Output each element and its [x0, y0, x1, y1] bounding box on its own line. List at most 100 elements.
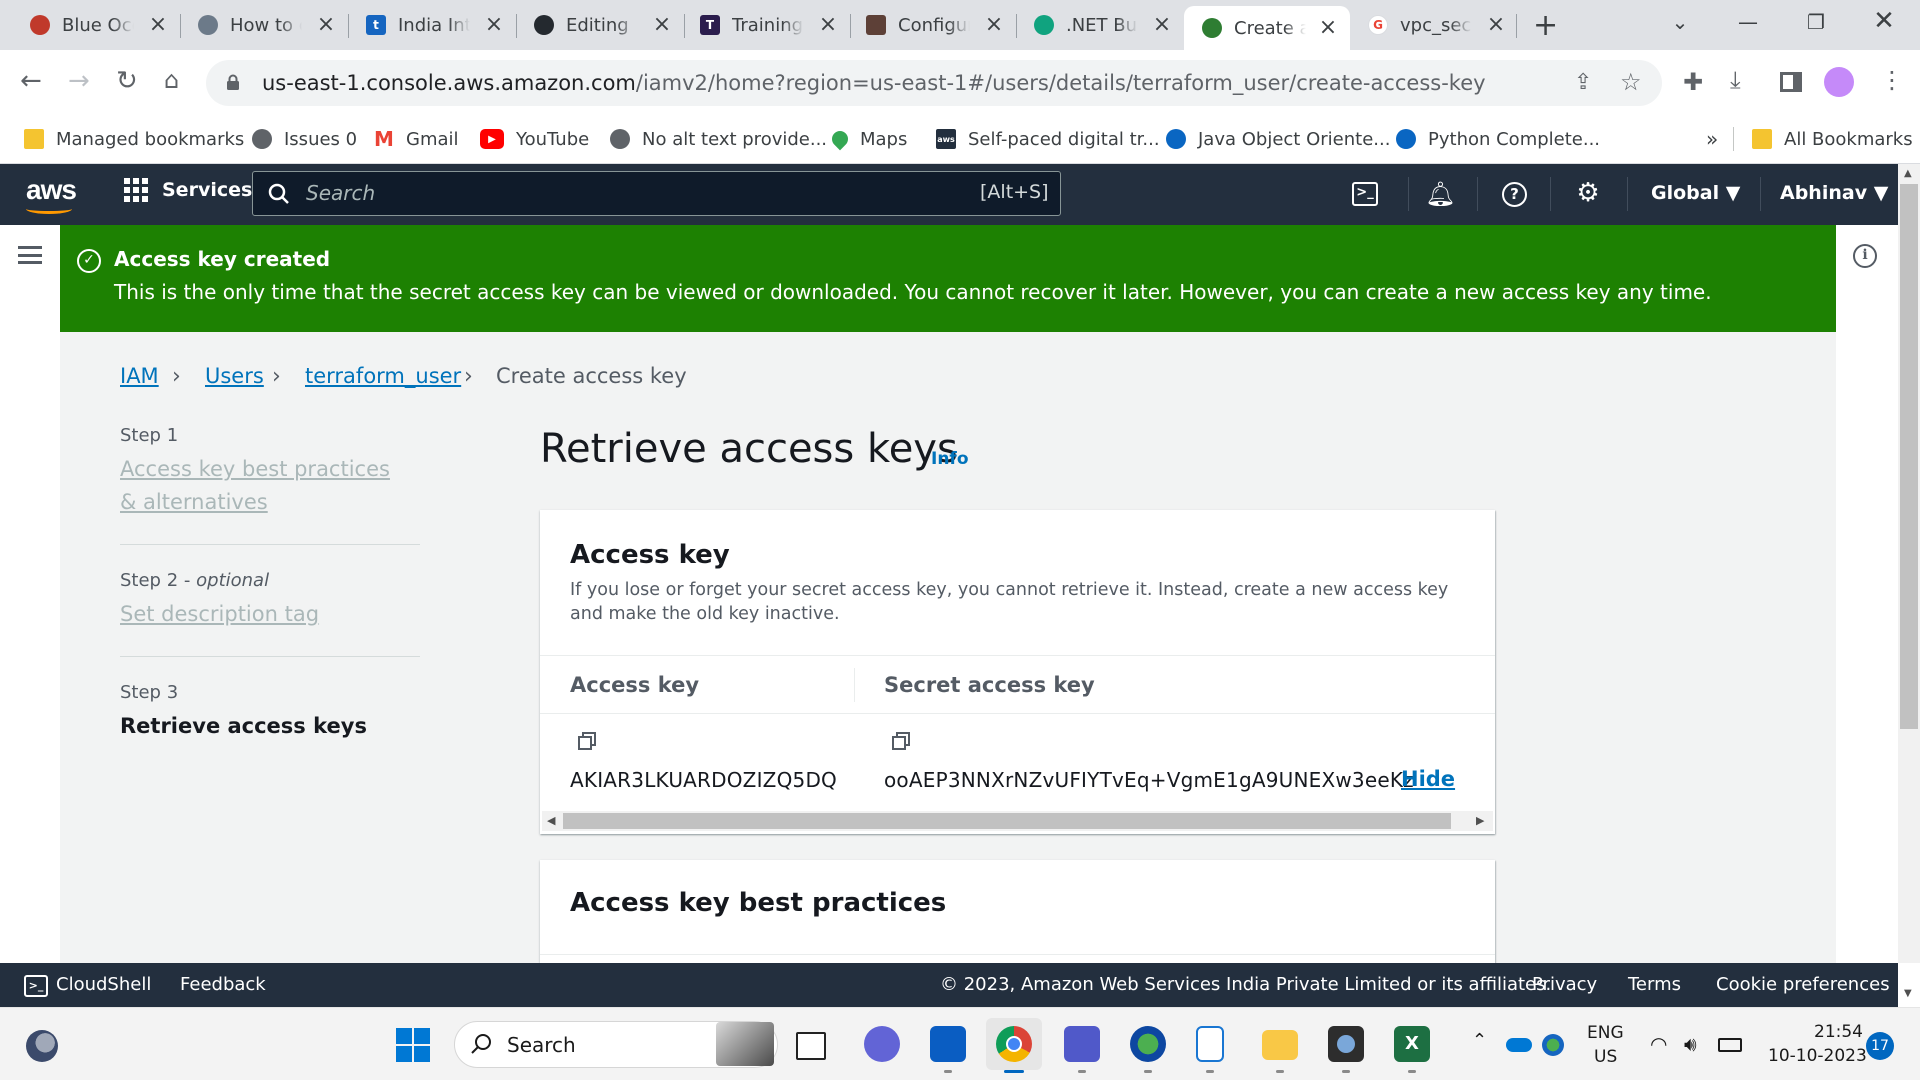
reload-icon[interactable]: ↻ — [116, 66, 138, 96]
weather-widget-icon[interactable] — [26, 1030, 58, 1062]
download-icon[interactable]: ⤓ — [1730, 66, 1741, 94]
tab-create-access-key[interactable]: Create access key × — [1184, 6, 1350, 50]
terms-link[interactable]: Terms — [1628, 974, 1681, 995]
tab-training[interactable]: T Training × — [700, 8, 840, 42]
teams-icon[interactable] — [1064, 1026, 1100, 1062]
scroll-left-arrow-icon[interactable]: ◀ — [547, 814, 555, 827]
close-window-button[interactable]: ✕ — [1864, 6, 1904, 36]
scrollbar-thumb[interactable] — [1900, 184, 1918, 729]
bookmarks-overflow-button[interactable]: » — [1706, 124, 1718, 154]
close-tab-icon[interactable]: × — [1150, 12, 1174, 38]
close-tab-icon[interactable]: × — [650, 12, 674, 38]
url-text[interactable]: us-east-1.console.aws.amazon.com/iamv2/h… — [262, 71, 1486, 95]
bookmark-python[interactable]: Python Complete... — [1396, 124, 1600, 154]
cookie-preferences-link[interactable]: Cookie preferences — [1716, 974, 1890, 995]
bookmark-no-alt-text[interactable]: No alt text provide... — [610, 124, 827, 154]
aws-logo[interactable]: aws — [26, 174, 77, 206]
close-tab-icon[interactable]: × — [1316, 15, 1340, 41]
profile-avatar[interactable] — [1824, 67, 1854, 97]
tab-india-internet[interactable]: t India Internet × — [366, 8, 506, 42]
share-icon[interactable]: ⇪ — [1574, 70, 1592, 95]
tab-vpc-security[interactable]: G vpc_security × — [1368, 8, 1508, 42]
file-explorer-icon[interactable] — [1262, 1030, 1298, 1060]
bookmark-java[interactable]: Java Object Oriente... — [1166, 124, 1390, 154]
windows-start-icon[interactable] — [396, 1028, 430, 1062]
bookmark-maps[interactable]: Maps — [828, 124, 907, 154]
hamburger-menu-icon[interactable] — [18, 246, 42, 264]
browser-menu-icon[interactable]: ⋮ — [1880, 66, 1904, 94]
chrome-icon[interactable] — [996, 1026, 1032, 1062]
feedback-link[interactable]: Feedback — [180, 974, 266, 995]
globe-app-icon[interactable] — [1130, 1026, 1166, 1062]
language-line-1[interactable]: ENG — [1587, 1023, 1624, 1043]
settings-gear-icon[interactable]: ⚙ — [1573, 178, 1603, 208]
battery-icon[interactable] — [1718, 1038, 1742, 1052]
outlook-icon[interactable] — [930, 1026, 966, 1062]
cloudshell-icon[interactable]: >_ — [1352, 182, 1378, 206]
all-bookmarks[interactable]: All Bookmarks — [1752, 124, 1913, 154]
cloudshell-link[interactable]: CloudShell — [56, 974, 151, 995]
back-arrow-icon[interactable]: ← — [20, 66, 42, 96]
volume-icon[interactable]: 🔊︎ — [1684, 1032, 1697, 1056]
step-1-link[interactable]: Access key best practices & alternatives — [120, 453, 410, 519]
info-panel-icon[interactable]: i — [1853, 244, 1877, 268]
lock-icon[interactable] — [226, 74, 240, 91]
help-icon[interactable]: ? — [1502, 182, 1527, 207]
task-view-icon[interactable] — [796, 1032, 826, 1060]
notification-count-badge[interactable]: 17 — [1866, 1032, 1894, 1060]
minimize-button[interactable]: — — [1728, 10, 1768, 34]
tab-net-build[interactable]: .NET Build × — [1034, 8, 1174, 42]
step-2-link[interactable]: Set description tag — [120, 598, 319, 631]
region-selector[interactable]: Global ▼ — [1651, 182, 1740, 204]
bookmark-issues[interactable]: Issues 0 — [252, 124, 357, 154]
bookmark-youtube[interactable]: ▶ YouTube — [480, 124, 589, 154]
close-tab-icon[interactable]: × — [314, 12, 338, 38]
excel-icon[interactable]: X — [1394, 1026, 1430, 1062]
language-line-2[interactable]: US — [1594, 1047, 1617, 1067]
clock-date[interactable]: 10-10-2023 — [1768, 1046, 1867, 1066]
tab-editing[interactable]: Editing × — [534, 8, 674, 42]
tray-chevron-up-icon[interactable]: ⌃ — [1472, 1030, 1487, 1051]
breadcrumb-user[interactable]: terraform_user — [305, 364, 461, 388]
side-panel-icon[interactable] — [1780, 72, 1802, 92]
info-link[interactable]: Info — [931, 449, 969, 469]
new-tab-button[interactable]: + — [1533, 8, 1558, 43]
bookmark-star-icon[interactable]: ☆ — [1620, 68, 1642, 96]
copy-secret-key-icon[interactable] — [892, 732, 914, 754]
breadcrumb-users[interactable]: Users — [205, 364, 264, 388]
tab-blue-ocean[interactable]: Blue Ocean × — [30, 8, 170, 42]
close-tab-icon[interactable]: × — [482, 12, 506, 38]
chat-icon[interactable] — [864, 1026, 900, 1062]
forward-arrow-icon[interactable]: → — [68, 66, 90, 96]
scroll-right-arrow-icon[interactable]: ▶ — [1476, 814, 1484, 827]
scroll-down-arrow-icon[interactable]: ▼ — [1904, 988, 1912, 999]
clock-time[interactable]: 21:54 — [1814, 1022, 1863, 1042]
close-tab-icon[interactable]: × — [816, 12, 840, 38]
camera-icon[interactable] — [1328, 1026, 1364, 1062]
scroll-up-arrow-icon[interactable]: ▲ — [1904, 168, 1912, 179]
cloudshell-icon[interactable]: >_ — [24, 975, 48, 997]
tab-configure[interactable]: Configure × — [866, 8, 1006, 42]
notepad-icon[interactable] — [1196, 1026, 1224, 1062]
wifi-icon[interactable]: ◠ — [1650, 1032, 1667, 1056]
onedrive-cloud-icon[interactable] — [1506, 1038, 1532, 1052]
extensions-puzzle-icon[interactable]: ✚ — [1683, 68, 1703, 96]
home-icon[interactable]: ⌂ — [164, 66, 179, 94]
notifications-bell-icon[interactable]: 🔔︎ — [1425, 180, 1455, 208]
tab-how-to[interactable]: How to create × — [198, 8, 338, 42]
copy-access-key-icon[interactable] — [578, 732, 600, 754]
account-menu[interactable]: Abhinav ▼ — [1780, 182, 1888, 204]
vpn-globe-icon[interactable] — [1542, 1034, 1564, 1056]
tab-search-chevron-icon[interactable]: ⌄ — [1660, 10, 1700, 34]
close-tab-icon[interactable]: × — [146, 12, 170, 38]
bookmark-managed[interactable]: Managed bookmarks — [24, 124, 244, 154]
hide-secret-link[interactable]: Hide — [1401, 767, 1455, 791]
breadcrumb-iam[interactable]: IAM — [120, 364, 159, 388]
services-menu-button[interactable]: Services — [124, 178, 252, 202]
bookmark-gmail[interactable]: M Gmail — [374, 124, 459, 154]
restore-button[interactable]: ❐ — [1796, 10, 1836, 34]
scrollbar-thumb[interactable] — [563, 813, 1451, 829]
close-tab-icon[interactable]: × — [982, 12, 1006, 38]
privacy-link[interactable]: Privacy — [1532, 974, 1597, 995]
bookmark-self-paced[interactable]: aws Self-paced digital tr... — [936, 124, 1160, 154]
